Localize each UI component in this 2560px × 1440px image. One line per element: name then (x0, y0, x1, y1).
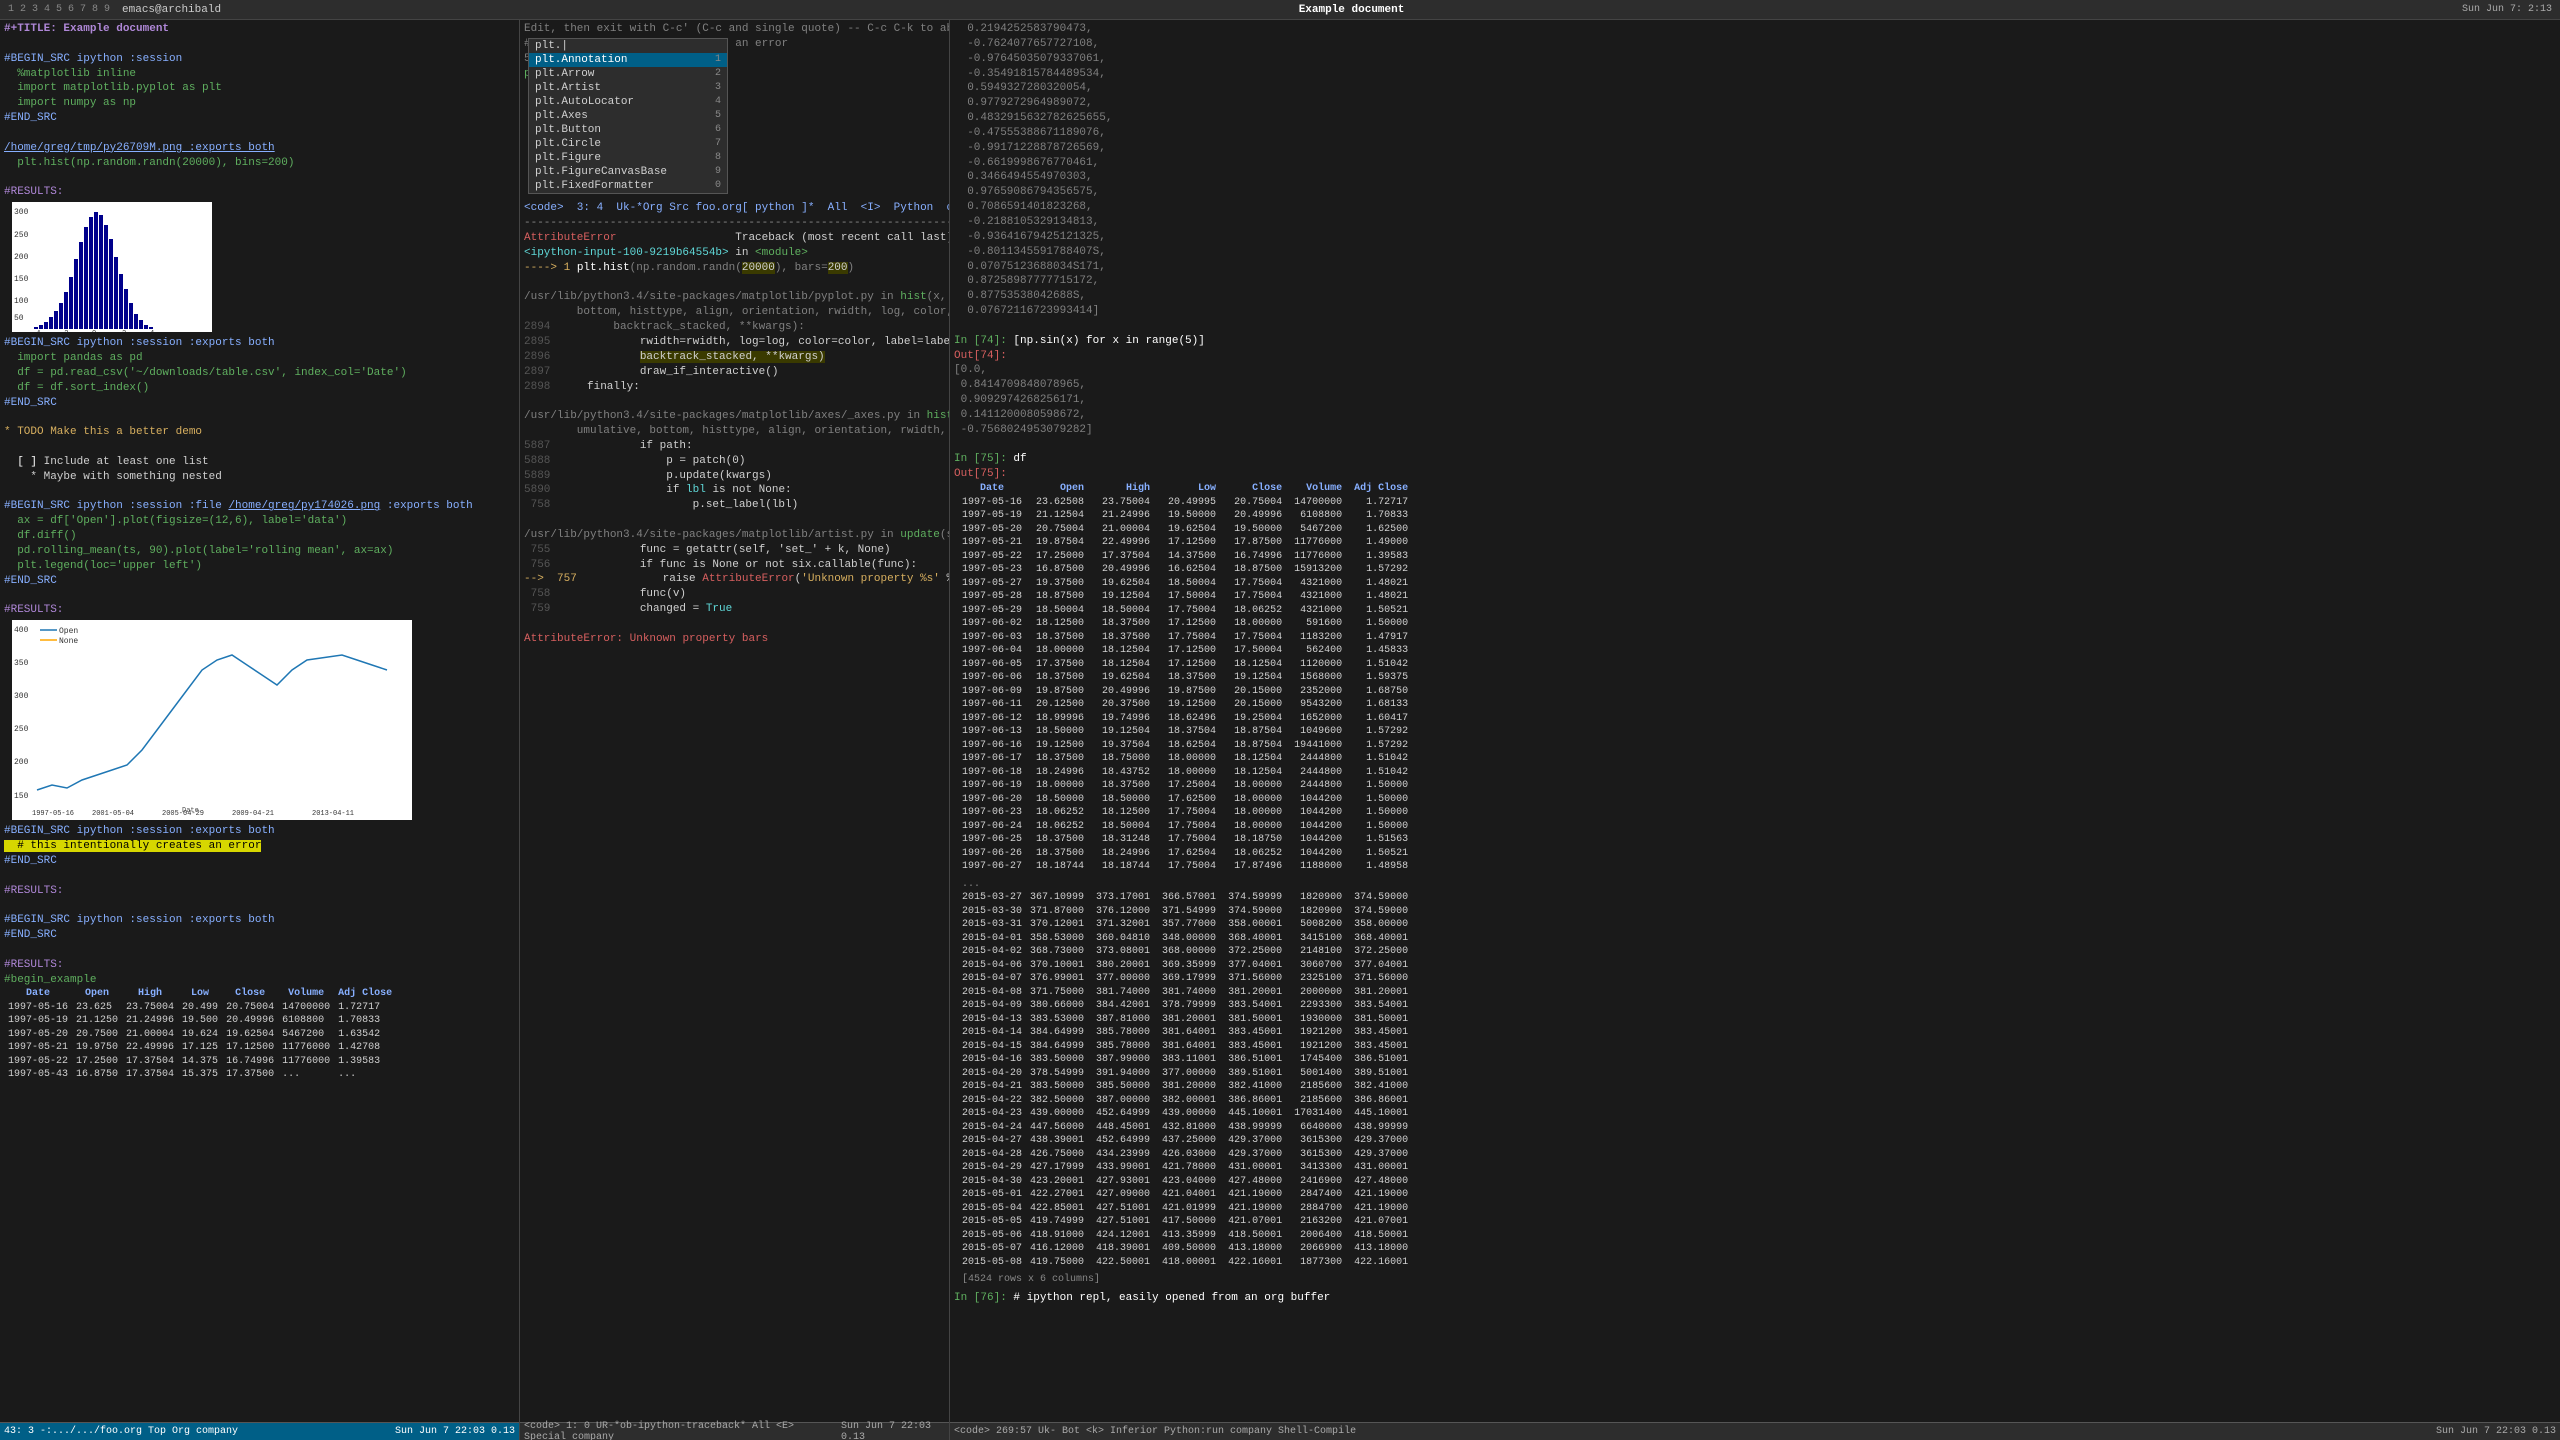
ac-item-artist[interactable]: plt.Artist3 (529, 81, 727, 95)
ac-item-plt: plt.| (529, 39, 727, 53)
svg-text:-2: -2 (60, 330, 68, 332)
error-property: property (682, 633, 735, 645)
repl-content: 0.2194252583790473, -0.7624077657727108,… (954, 22, 2556, 482)
svg-text:Open: Open (59, 627, 78, 636)
svg-text:200: 200 (14, 253, 29, 262)
svg-text:350: 350 (14, 659, 29, 668)
middle-status-bar: <code> 1: 0 UR-*ob-ipython-traceback* Al… (520, 1422, 949, 1440)
small-data-table: DateOpenHighLowCloseVolumeAdj Close 1997… (4, 987, 396, 1082)
right-content: 0.2194252583790473, -0.7624077657727108,… (950, 20, 2560, 1422)
stock-chart: 400 350 300 250 200 150 Open None 1997-0… (12, 620, 515, 820)
error-unknown: Unknown (630, 633, 676, 645)
left-panel: #+TITLE: Example document #BEGIN_SRC ipy… (0, 20, 520, 1440)
ac-item-fixedformatter[interactable]: plt.FixedFormatter0 (529, 179, 727, 193)
svg-text:300: 300 (14, 692, 29, 701)
svg-text:4: 4 (150, 330, 154, 332)
right-status-time: Sun Jun 7 22:03 0.13 (2436, 1426, 2556, 1437)
svg-text:400: 400 (14, 626, 29, 635)
histogram-chart: 300 250 200 150 100 50 (12, 202, 515, 332)
left-content: #+TITLE: Example document #BEGIN_SRC ipy… (0, 20, 519, 1422)
datetime: Sun Jun 7: 2:13 (2462, 4, 2552, 15)
svg-text:200: 200 (14, 758, 29, 767)
repl-final: In [76]: # ipython repl, easily opened f… (954, 1291, 2556, 1306)
svg-text:0: 0 (92, 330, 96, 332)
title-bar: 1 2 3 4 5 6 7 8 9 emacs@archibald Exampl… (0, 0, 2560, 20)
middle-status-time: Sun Jun 7 22:03 0.13 (841, 1421, 945, 1440)
middle-panel: Edit, then exit with C-c' (C-c and singl… (520, 20, 950, 1440)
ac-item-figurecanvasbase[interactable]: plt.FigureCanvasBase9 (529, 165, 727, 179)
org-content: #+TITLE: Example document #BEGIN_SRC ipy… (4, 22, 515, 200)
right-panel: 0.2194252583790473, -0.7624077657727108,… (950, 20, 2560, 1440)
ac-item-circle[interactable]: plt.Circle7 (529, 137, 727, 151)
svg-text:-4: -4 (32, 330, 40, 332)
ac-item-figure[interactable]: plt.Figure8 (529, 151, 727, 165)
org-content3: #BEGIN_SRC ipython :session :exports bot… (4, 824, 515, 987)
svg-text:Date: Date (182, 807, 199, 815)
right-status-text: <code> 269:57 Uk- Bot <k> Inferior Pytho… (954, 1426, 1356, 1437)
svg-text:150: 150 (14, 792, 29, 801)
ac-item-arrow[interactable]: plt.Arrow2 (529, 67, 727, 81)
window-title: Example document (241, 4, 2462, 16)
left-status-time: Sun Jun 7 22:03 0.13 (395, 1426, 515, 1437)
svg-text:150: 150 (14, 275, 29, 284)
ac-item-annotation[interactable]: plt.Annotation1 (529, 53, 727, 67)
svg-text:250: 250 (14, 231, 29, 240)
middle-status-text: <code> 1: 0 UR-*ob-ipython-traceback* Al… (524, 1421, 841, 1440)
right-status-bar: <code> 269:57 Uk- Bot <k> Inferior Pytho… (950, 1422, 2560, 1440)
svg-text:2013-04-11: 2013-04-11 (312, 810, 354, 818)
svg-text:300: 300 (14, 208, 29, 217)
left-status-bar: 43: 3 -:.../.../foo.org Top Org company … (0, 1422, 519, 1440)
autocomplete-popup: plt.| plt.Annotation1 plt.Arrow2 plt.Art… (528, 38, 728, 194)
svg-text:100: 100 (14, 297, 29, 306)
svg-text:2001-05-04: 2001-05-04 (92, 810, 134, 818)
svg-text:1997-05-16: 1997-05-16 (32, 810, 74, 818)
left-status-text: 43: 3 -:.../.../foo.org Top Org company (4, 1426, 238, 1437)
middle-content: Edit, then exit with C-c' (C-c and singl… (520, 20, 949, 1422)
tab-indicators: 1 2 3 4 5 6 7 8 9 (8, 4, 110, 15)
svg-text:None: None (59, 637, 78, 646)
org-content2: #BEGIN_SRC ipython :session :exports bot… (4, 336, 515, 618)
svg-text:2009-04-21: 2009-04-21 (232, 810, 274, 818)
svg-text:2: 2 (122, 330, 126, 332)
ac-item-button[interactable]: plt.Button6 (529, 123, 727, 137)
dataframe-table: DateOpen High Low Close Volume Adj Close… (958, 482, 1416, 1287)
svg-text:50: 50 (14, 314, 24, 323)
svg-text:250: 250 (14, 725, 29, 734)
emacs-user: emacs@archibald (122, 4, 221, 16)
ac-item-axes[interactable]: plt.Axes5 (529, 109, 727, 123)
ac-item-autolocator[interactable]: plt.AutoLocator4 (529, 95, 727, 109)
traceback-section: <code> 3: 4 Uk-*Org Src foo.org[ python … (524, 201, 945, 646)
